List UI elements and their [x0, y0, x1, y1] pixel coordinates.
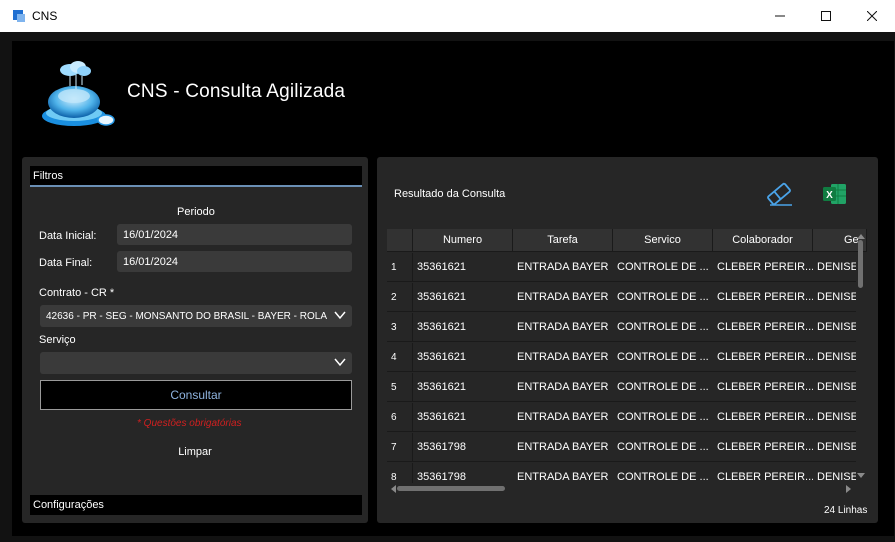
- contrato-value: 42636 - PR - SEG - MONSANTO DO BRASIL - …: [46, 311, 327, 322]
- cell-servico[interactable]: CONTROLE DE ...: [613, 373, 713, 402]
- cell-ge[interactable]: DENISE: [813, 253, 857, 282]
- row-number-header: [387, 229, 413, 252]
- contrato-label: Contrato - CR *: [39, 287, 115, 299]
- row-number: 4: [387, 343, 413, 372]
- scroll-left-icon[interactable]: [390, 485, 396, 493]
- column-header-numero[interactable]: Numero: [413, 229, 513, 252]
- cell-colaborador[interactable]: CLEBER PEREIR...: [713, 343, 813, 372]
- servico-select[interactable]: [40, 352, 352, 374]
- data-final-field[interactable]: 16/01/2024: [117, 251, 352, 272]
- horizontal-scroll-thumb[interactable]: [397, 486, 505, 491]
- cell-numero[interactable]: 35361621: [413, 283, 513, 312]
- table-row[interactable]: 3 35361621 ENTRADA BAYER CONTROLE DE ... CLE…: [387, 313, 857, 343]
- cell-servico[interactable]: CONTROLE DE ...: [613, 343, 713, 372]
- cell-colaborador[interactable]: CLEBER PEREIR...: [713, 433, 813, 462]
- cell-ge[interactable]: DENISE: [813, 373, 857, 402]
- close-icon: [867, 11, 877, 21]
- cell-ge[interactable]: DENISE: [813, 283, 857, 312]
- scroll-right-icon[interactable]: [846, 485, 852, 493]
- row-number: 7: [387, 433, 413, 462]
- table-row[interactable]: 5 35361621 ENTRADA BAYER CONTROLE DE ... CLE…: [387, 373, 857, 403]
- contrato-select[interactable]: 42636 - PR - SEG - MONSANTO DO BRASIL - …: [40, 305, 352, 327]
- results-table[interactable]: Numero Tarefa Servico Colaborador Ge 1 35…: [387, 229, 867, 494]
- cell-tarefa[interactable]: ENTRADA BAYER: [513, 403, 613, 432]
- app-title: CNS - Consulta Agilizada: [127, 81, 346, 102]
- scroll-up-icon[interactable]: [857, 233, 865, 239]
- cell-colaborador[interactable]: CLEBER PEREIR...: [713, 283, 813, 312]
- cell-colaborador[interactable]: CLEBER PEREIR...: [713, 373, 813, 402]
- app-icon: [13, 10, 25, 22]
- cell-numero[interactable]: 35361621: [413, 343, 513, 372]
- table-row[interactable]: 6 35361621 ENTRADA BAYER CONTROLE DE ... CLE…: [387, 403, 857, 433]
- eraser-icon[interactable]: [764, 180, 794, 208]
- cell-colaborador[interactable]: CLEBER PEREIR...: [713, 403, 813, 432]
- cell-tarefa[interactable]: ENTRADA BAYER: [513, 373, 613, 402]
- cell-servico[interactable]: CONTROLE DE ...: [613, 253, 713, 282]
- table-row[interactable]: 1 35361621 ENTRADA BAYER CONTROLE DE ... CLE…: [387, 253, 857, 283]
- cell-numero[interactable]: 35361621: [413, 373, 513, 402]
- cell-tarefa[interactable]: ENTRADA BAYER: [513, 283, 613, 312]
- cell-ge[interactable]: DENISE: [813, 313, 857, 342]
- minimize-icon: [775, 15, 785, 17]
- column-header-servico[interactable]: Servico: [613, 229, 713, 252]
- results-title: Resultado da Consulta: [394, 188, 506, 200]
- row-number: 1: [387, 253, 413, 282]
- window-title: CNS: [32, 9, 58, 23]
- minimize-button[interactable]: [757, 0, 803, 32]
- cell-ge[interactable]: DENISE: [813, 433, 857, 462]
- vertical-scroll-thumb[interactable]: [858, 240, 863, 288]
- cell-servico[interactable]: CONTROLE DE ...: [613, 283, 713, 312]
- scroll-down-icon[interactable]: [857, 473, 865, 479]
- data-inicial-label: Data Inicial:: [39, 230, 97, 242]
- table-row[interactable]: 2 35361621 ENTRADA BAYER CONTROLE DE ... CLE…: [387, 283, 857, 313]
- table-header: Numero Tarefa Servico Colaborador Ge: [387, 229, 867, 252]
- data-final-label: Data Final:: [39, 257, 93, 269]
- data-inicial-field[interactable]: 16/01/2024: [117, 224, 352, 245]
- cell-numero[interactable]: 35361798: [413, 433, 513, 462]
- filtros-section-header[interactable]: Filtros: [30, 166, 362, 187]
- maximize-icon: [821, 11, 831, 21]
- chevron-down-icon: [334, 311, 346, 320]
- row-count-label: 24 Linhas: [824, 505, 868, 516]
- chevron-down-icon: [334, 358, 346, 367]
- close-button[interactable]: [849, 0, 895, 32]
- svg-text:X: X: [826, 190, 833, 201]
- limpar-button[interactable]: Limpar: [160, 446, 230, 462]
- cell-servico[interactable]: CONTROLE DE ...: [613, 403, 713, 432]
- required-fields-note: * Questões obrigatórias: [137, 418, 242, 429]
- cell-servico[interactable]: CONTROLE DE ...: [613, 313, 713, 342]
- column-header-tarefa[interactable]: Tarefa: [513, 229, 613, 252]
- row-number: 5: [387, 373, 413, 402]
- cell-tarefa[interactable]: ENTRADA BAYER: [513, 343, 613, 372]
- cell-ge[interactable]: DENISE: [813, 403, 857, 432]
- servico-label: Serviço: [39, 334, 76, 346]
- row-number: 6: [387, 403, 413, 432]
- cell-servico[interactable]: CONTROLE DE ...: [613, 433, 713, 462]
- cell-tarefa[interactable]: ENTRADA BAYER: [513, 253, 613, 282]
- table-row[interactable]: 7 35361798 ENTRADA BAYER CONTROLE DE ... CLE…: [387, 433, 857, 463]
- row-number: 2: [387, 283, 413, 312]
- cell-colaborador[interactable]: CLEBER PEREIR...: [713, 313, 813, 342]
- table-row[interactable]: 4 35361621 ENTRADA BAYER CONTROLE DE ... CLE…: [387, 343, 857, 373]
- maximize-button[interactable]: [803, 0, 849, 32]
- column-header-colaborador[interactable]: Colaborador: [713, 229, 813, 252]
- cell-numero[interactable]: 35361621: [413, 253, 513, 282]
- window-titlebar: CNS: [0, 0, 895, 32]
- cell-tarefa[interactable]: ENTRADA BAYER: [513, 313, 613, 342]
- excel-icon[interactable]: X: [822, 182, 848, 206]
- cell-colaborador[interactable]: CLEBER PEREIR...: [713, 253, 813, 282]
- cell-ge[interactable]: DENISE: [813, 343, 857, 372]
- row-number: 3: [387, 313, 413, 342]
- periodo-label: Periodo: [177, 206, 215, 218]
- cell-numero[interactable]: 35361621: [413, 313, 513, 342]
- configuracoes-section-header[interactable]: Configurações: [30, 495, 362, 515]
- consultar-button[interactable]: Consultar: [40, 380, 352, 410]
- cell-tarefa[interactable]: ENTRADA BAYER: [513, 433, 613, 462]
- cell-numero[interactable]: 35361621: [413, 403, 513, 432]
- cloud-logo-icon: [42, 61, 115, 126]
